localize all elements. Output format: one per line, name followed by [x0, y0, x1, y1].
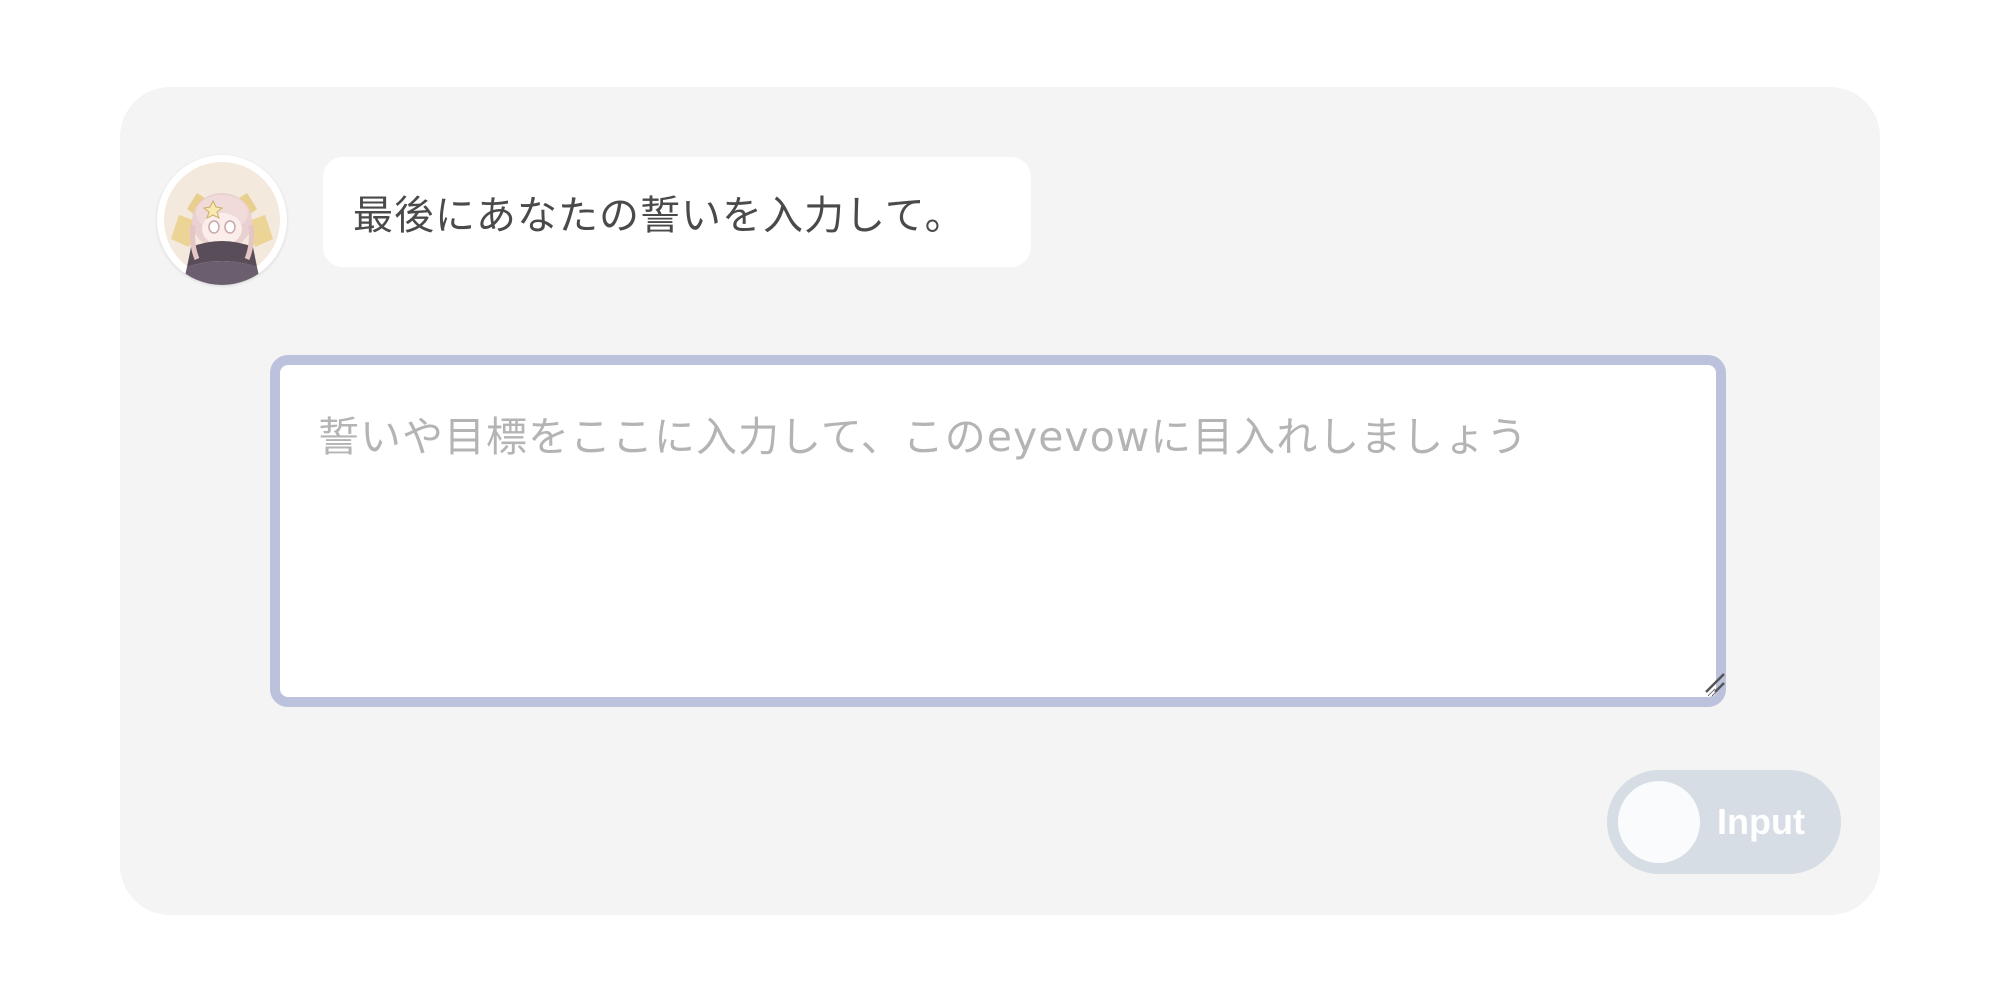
chat-message-text: 最後にあなたの誓いを入力して。 — [353, 193, 966, 239]
character-avatar-icon — [157, 155, 287, 285]
toggle-knob[interactable] — [1618, 781, 1700, 863]
chat-message-bubble: 最後にあなたの誓いを入力して。 — [323, 157, 1031, 267]
toggle-label: Input — [1717, 801, 1805, 842]
vow-input[interactable] — [270, 355, 1726, 707]
chat-card: 最後にあなたの誓いを入力して。 Input — [120, 87, 1880, 915]
input-toggle[interactable]: Input — [1607, 770, 1841, 874]
avatar-illustration — [160, 158, 284, 285]
